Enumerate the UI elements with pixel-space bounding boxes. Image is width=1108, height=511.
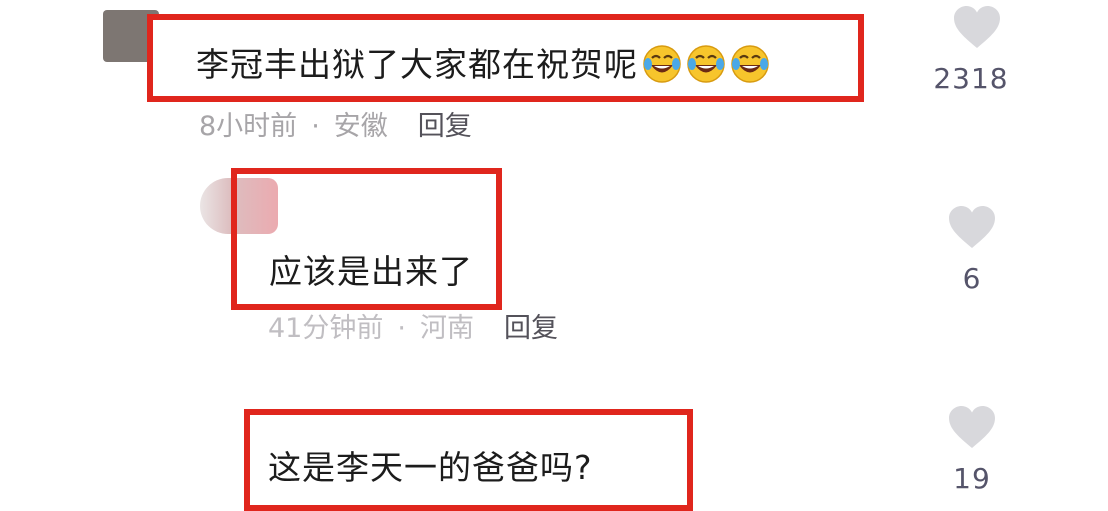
like-count: 6: [962, 262, 982, 295]
reply-button[interactable]: 回复: [504, 313, 558, 344]
comment-meta: 41分钟前 · 河南 回复: [268, 306, 558, 345]
meta-separator: ·: [311, 111, 320, 142]
like-count: 19: [953, 462, 991, 495]
like-count: 2318: [933, 62, 1009, 95]
like-button[interactable]: 2318: [933, 4, 1012, 95]
laughing-tears-icon: [686, 44, 726, 84]
comment-text: 这是李天一的爸爸吗?: [268, 448, 593, 487]
comment-text: 李冠丰出狱了大家都在祝贺呢: [196, 38, 770, 87]
reply-button[interactable]: 回复: [418, 111, 472, 142]
heart-icon: [949, 406, 995, 448]
heart-icon: [949, 206, 995, 248]
laughing-tears-icon: [730, 44, 770, 84]
comment-location: 河南: [419, 313, 474, 344]
like-button[interactable]: 19: [942, 404, 1002, 495]
comment-text: 应该是出来了: [269, 252, 473, 291]
comment-time: 8小时前: [199, 111, 298, 142]
comment-text-content: 李冠丰出狱了大家都在祝贺呢: [196, 45, 638, 84]
heart-icon: [954, 6, 1000, 48]
comment-time: 41分钟前: [268, 313, 384, 344]
laughing-tears-icon: [642, 44, 682, 84]
meta-separator: ·: [397, 313, 406, 344]
like-button[interactable]: 6: [942, 204, 1002, 295]
comment-location: 安徽: [333, 111, 388, 142]
comment-meta: 8小时前 · 安徽 回复: [199, 104, 472, 143]
